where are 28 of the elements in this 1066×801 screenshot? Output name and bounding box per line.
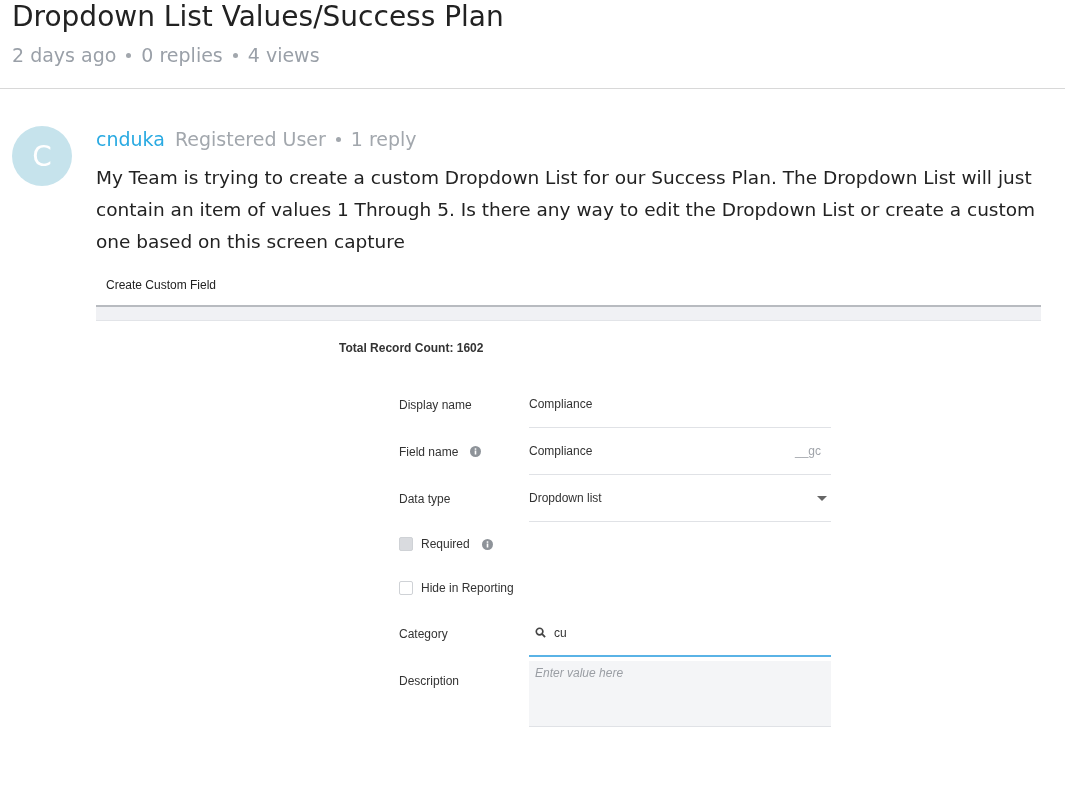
- record-count: Total Record Count: 1602: [339, 341, 485, 355]
- text-field[interactable]: Compliance __gc: [529, 428, 831, 475]
- separator-dot: [335, 136, 341, 142]
- text-field[interactable]: Compliance: [529, 381, 831, 428]
- field-label: Data type: [399, 491, 451, 506]
- separator-dot: [232, 52, 238, 58]
- thread-meta: 2 days ago: [12, 44, 117, 66]
- thread-meta: 4 views: [247, 44, 320, 66]
- search-field[interactable]: cu: [529, 610, 831, 657]
- search-icon: [535, 627, 546, 638]
- post-body: My Team is trying to create a custom Dropdown List for our Success Plan. The Dropdown List will just contain an item of values 1 Through 5. Is there any way to edit the Dropdown List or create a custom one based on this screen capture: [96, 166, 1037, 254]
- checkbox-label: Hide in Reporting: [421, 581, 514, 595]
- reply-count: 1 reply: [350, 128, 417, 150]
- thread-title: Dropdown List Values/Success Plan: [12, 0, 505, 34]
- field-label: Description: [399, 673, 460, 688]
- dropdown-field[interactable]: Dropdown list: [529, 475, 831, 522]
- screenshot-header: Create Custom Field: [105, 277, 218, 294]
- field-label: Category: [399, 626, 448, 641]
- checkbox-label: Required: [421, 537, 470, 551]
- caret-icon: [817, 495, 827, 501]
- checkbox[interactable]: [399, 581, 413, 595]
- avatar: C: [12, 126, 72, 186]
- user-role: Registered User: [174, 128, 326, 150]
- separator-dot: [126, 52, 132, 58]
- field-label: Display name: [399, 397, 472, 412]
- field-suffix: __gc: [794, 444, 821, 458]
- thread-meta: 0 replies: [141, 44, 223, 66]
- field-label: Field name: [399, 444, 459, 459]
